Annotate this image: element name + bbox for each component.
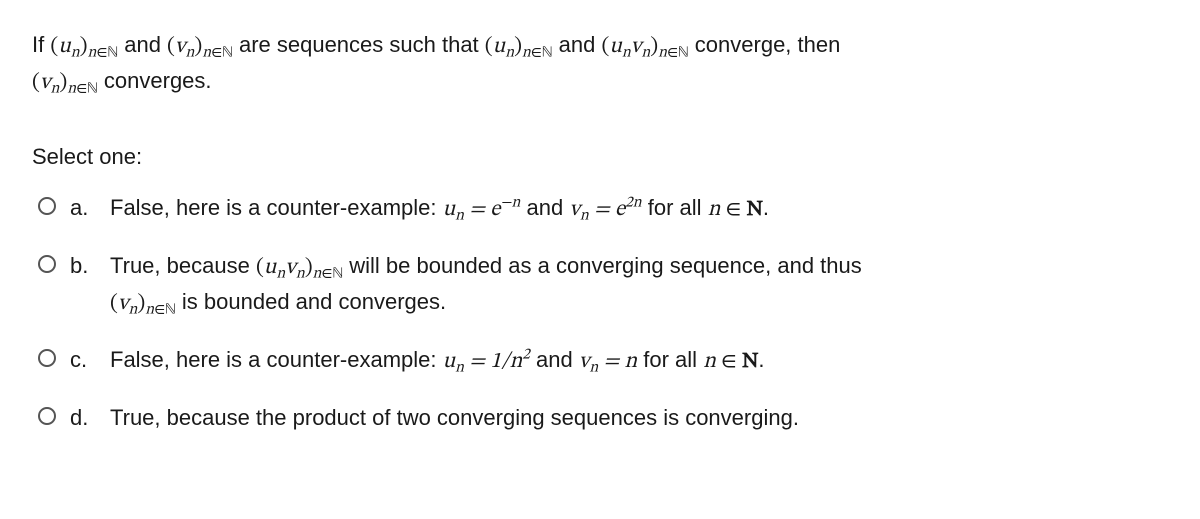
radio-d[interactable]	[38, 407, 56, 425]
text: .	[758, 347, 764, 372]
option-label-a: a.	[66, 191, 100, 224]
text: for all	[637, 347, 703, 372]
stem-text: are sequences such that	[233, 32, 485, 57]
option-a[interactable]: a. False, here is a counter-example: un …	[38, 191, 1168, 227]
radio-c[interactable]	[38, 349, 56, 367]
seq-v-b: (vn)n∈ℕ	[110, 293, 176, 315]
seq-v-2: (vn)n∈ℕ	[32, 72, 98, 94]
select-prompt: Select one:	[32, 140, 1168, 173]
seq-uv-b: (unvn)n∈ℕ	[256, 257, 343, 279]
text: is bounded and converges.	[176, 289, 446, 314]
text: for all	[642, 195, 708, 220]
option-body-c: False, here is a counter-example: un = 1…	[110, 343, 1168, 379]
radio-a[interactable]	[38, 197, 56, 215]
math-u-eq: un = e−n	[443, 199, 521, 221]
stem-text: converge, then	[689, 32, 841, 57]
text: and	[530, 347, 579, 372]
option-body-a: False, here is a counter-example: un = e…	[110, 191, 1168, 227]
option-body-d: True, because the product of two converg…	[110, 401, 1168, 434]
stem-text: converges.	[98, 68, 212, 93]
option-body-b: True, because (unvn)n∈ℕ will be bounded …	[110, 249, 1168, 321]
text: False, here is a counter-example:	[110, 195, 443, 220]
radio-b[interactable]	[38, 255, 56, 273]
text: .	[763, 195, 769, 220]
seq-u-2: (un)n∈ℕ	[485, 36, 553, 58]
seq-uv: (unvn)n∈ℕ	[601, 36, 688, 58]
option-d[interactable]: d. True, because the product of two conv…	[38, 401, 1168, 434]
text: will be bounded as a converging sequence…	[343, 253, 862, 278]
stem-text: If	[32, 32, 50, 57]
stem-text: and	[553, 32, 602, 57]
math-n-in-N: n ∈ N	[708, 199, 763, 221]
option-label-b: b.	[66, 249, 100, 282]
option-b[interactable]: b. True, because (unvn)n∈ℕ will be bound…	[38, 249, 1168, 321]
math-v-eq: vn = e2n	[569, 199, 641, 221]
options-list: a. False, here is a counter-example: un …	[32, 191, 1168, 434]
seq-v-1: (vn)n∈ℕ	[167, 36, 233, 58]
question-stem: If (un)n∈ℕ and (vn)n∈ℕ are sequences suc…	[32, 28, 1168, 100]
option-label-d: d.	[66, 401, 100, 434]
seq-u-1: (un)n∈ℕ	[50, 36, 118, 58]
math-u-eq-c: un = 1/n2	[443, 351, 530, 373]
math-n-in-N-c: n ∈ N	[703, 351, 758, 373]
math-v-eq-c: vn = n	[579, 351, 637, 373]
text: True, because the product of two converg…	[110, 405, 799, 430]
text: True, because	[110, 253, 256, 278]
stem-text: and	[118, 32, 167, 57]
text: and	[520, 195, 569, 220]
option-c[interactable]: c. False, here is a counter-example: un …	[38, 343, 1168, 379]
text: False, here is a counter-example:	[110, 347, 443, 372]
option-label-c: c.	[66, 343, 100, 376]
